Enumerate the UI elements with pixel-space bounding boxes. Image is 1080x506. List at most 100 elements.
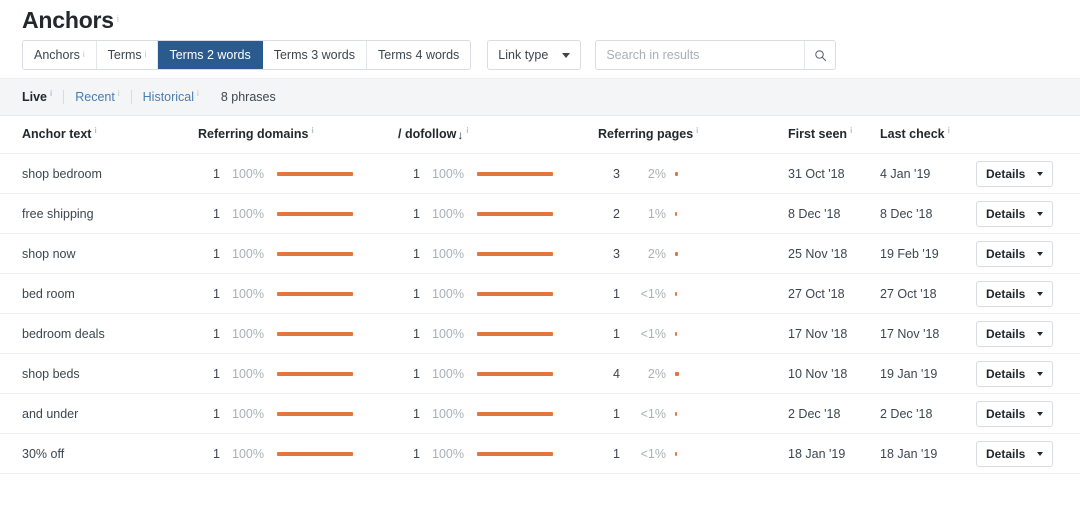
table-row[interactable]: 30% off1100%1100%1<1%18 Jan '1918 Jan '1…	[0, 434, 1080, 474]
cell-referring-domains: 1100%	[198, 314, 398, 354]
cell-dofollow: 1100%	[398, 354, 598, 394]
anchor-text[interactable]: bed room	[22, 287, 75, 301]
anchor-text[interactable]: shop beds	[22, 367, 80, 381]
search-button[interactable]	[804, 41, 835, 69]
cell-last-check: 8 Dec '18	[880, 194, 976, 234]
column-header-anchor-text[interactable]: Anchor texti	[0, 116, 198, 154]
info-icon[interactable]: i	[145, 51, 147, 59]
column-header-referring-domains[interactable]: Referring domainsi	[198, 116, 398, 154]
details-button[interactable]: Details	[976, 281, 1053, 307]
info-icon[interactable]: i	[197, 90, 199, 98]
details-button[interactable]: Details	[976, 321, 1053, 347]
details-button[interactable]: Details	[976, 241, 1053, 267]
details-label: Details	[986, 167, 1025, 181]
tab-terms-4-words[interactable]: Terms 4 words	[367, 41, 470, 69]
cell-first-seen: 27 Oct '18	[788, 274, 880, 314]
column-header-last-check[interactable]: Last checki	[880, 116, 976, 154]
column-header-dofollow[interactable]: / dofollow↓i	[398, 116, 598, 154]
details-button[interactable]: Details	[976, 361, 1053, 387]
subnav-item-live[interactable]: Livei	[22, 90, 64, 104]
chevron-down-icon	[1037, 212, 1043, 216]
info-icon[interactable]: i	[50, 90, 52, 98]
column-label: Referring pages	[598, 128, 693, 142]
referring-domains-metric: 1100%	[198, 327, 398, 341]
rd-bar-fill	[277, 292, 353, 296]
rp-count: 1	[598, 287, 620, 301]
referring-pages-metric: 1<1%	[598, 447, 788, 461]
details-label: Details	[986, 407, 1025, 421]
last-check-date: 17 Nov '18	[880, 327, 939, 341]
dofollow-metric: 1100%	[398, 167, 598, 181]
rp-bar-track	[675, 452, 715, 456]
column-header-referring-pages[interactable]: Referring pagesi	[598, 116, 788, 154]
details-button[interactable]: Details	[976, 441, 1053, 467]
rp-count: 1	[598, 447, 620, 461]
rp-bar-track	[675, 332, 715, 336]
rd-count: 1	[198, 407, 220, 421]
rp-bar-track	[675, 212, 715, 216]
cell-dofollow: 1100%	[398, 234, 598, 274]
info-icon[interactable]: i	[118, 90, 120, 98]
sort-descending-icon[interactable]: ↓	[457, 128, 463, 142]
column-label: Referring domains	[198, 128, 308, 142]
link-type-label: Link type	[498, 48, 548, 62]
search-input[interactable]	[596, 41, 804, 69]
tab-terms-3-words[interactable]: Terms 3 words	[263, 41, 367, 69]
anchor-text[interactable]: bedroom deals	[22, 327, 105, 341]
cell-anchor-text: and under	[0, 394, 198, 434]
table-row[interactable]: and under1100%1100%1<1%2 Dec '182 Dec '1…	[0, 394, 1080, 434]
details-label: Details	[986, 247, 1025, 261]
details-button[interactable]: Details	[976, 161, 1053, 187]
link-type-dropdown[interactable]: Link type	[487, 40, 581, 70]
table-row[interactable]: shop bedroom1100%1100%32%31 Oct '184 Jan…	[0, 154, 1080, 194]
subnav-item-historical[interactable]: Historicali	[143, 90, 199, 104]
table-row[interactable]: bedroom deals1100%1100%1<1%17 Nov '1817 …	[0, 314, 1080, 354]
tab-terms-2-words[interactable]: Terms 2 words	[158, 41, 262, 69]
rp-percent: 2%	[620, 167, 666, 181]
dofollow-metric: 1100%	[398, 327, 598, 341]
anchor-text[interactable]: and under	[22, 407, 78, 421]
last-check-date: 27 Oct '18	[880, 287, 937, 301]
df-count: 1	[398, 167, 420, 181]
rd-count: 1	[198, 327, 220, 341]
details-button[interactable]: Details	[976, 401, 1053, 427]
details-label: Details	[986, 287, 1025, 301]
info-icon[interactable]: i	[948, 127, 950, 135]
info-icon[interactable]: i	[83, 51, 85, 59]
table-row[interactable]: bed room1100%1100%1<1%27 Oct '1827 Oct '…	[0, 274, 1080, 314]
referring-pages-metric: 1<1%	[598, 327, 788, 341]
column-header-first-seen[interactable]: First seeni	[788, 116, 880, 154]
table-row[interactable]: shop beds1100%1100%42%10 Nov '1819 Jan '…	[0, 354, 1080, 394]
info-icon[interactable]: i	[94, 127, 96, 135]
table-row[interactable]: shop now1100%1100%32%25 Nov '1819 Feb '1…	[0, 234, 1080, 274]
df-bar-track	[477, 212, 553, 216]
referring-pages-metric: 32%	[598, 167, 788, 181]
info-icon[interactable]: i	[466, 127, 468, 135]
tab-terms[interactable]: Termsi	[97, 41, 159, 69]
df-percent: 100%	[420, 447, 464, 461]
rd-percent: 100%	[220, 287, 264, 301]
rd-bar-track	[277, 452, 353, 456]
anchor-text[interactable]: 30% off	[22, 447, 64, 461]
anchor-text[interactable]: shop now	[22, 247, 76, 261]
df-percent: 100%	[420, 167, 464, 181]
info-icon[interactable]: i	[311, 127, 313, 135]
df-bar-track	[477, 292, 553, 296]
info-icon[interactable]: i	[117, 15, 119, 24]
details-button[interactable]: Details	[976, 201, 1053, 227]
rd-bar-track	[277, 212, 353, 216]
cell-anchor-text: free shipping	[0, 194, 198, 234]
info-icon[interactable]: i	[850, 127, 852, 135]
rp-bar-track	[675, 372, 715, 376]
df-count: 1	[398, 407, 420, 421]
info-icon[interactable]: i	[696, 127, 698, 135]
referring-domains-metric: 1100%	[198, 367, 398, 381]
tab-anchors[interactable]: Anchorsi	[23, 41, 97, 69]
anchor-text[interactable]: shop bedroom	[22, 167, 102, 181]
referring-domains-metric: 1100%	[198, 167, 398, 181]
last-check-date: 19 Jan '19	[880, 367, 937, 381]
subnav-item-recent[interactable]: Recenti	[75, 90, 131, 104]
table-row[interactable]: free shipping1100%1100%21%8 Dec '188 Dec…	[0, 194, 1080, 234]
anchor-text[interactable]: free shipping	[22, 207, 94, 221]
cell-referring-domains: 1100%	[198, 274, 398, 314]
